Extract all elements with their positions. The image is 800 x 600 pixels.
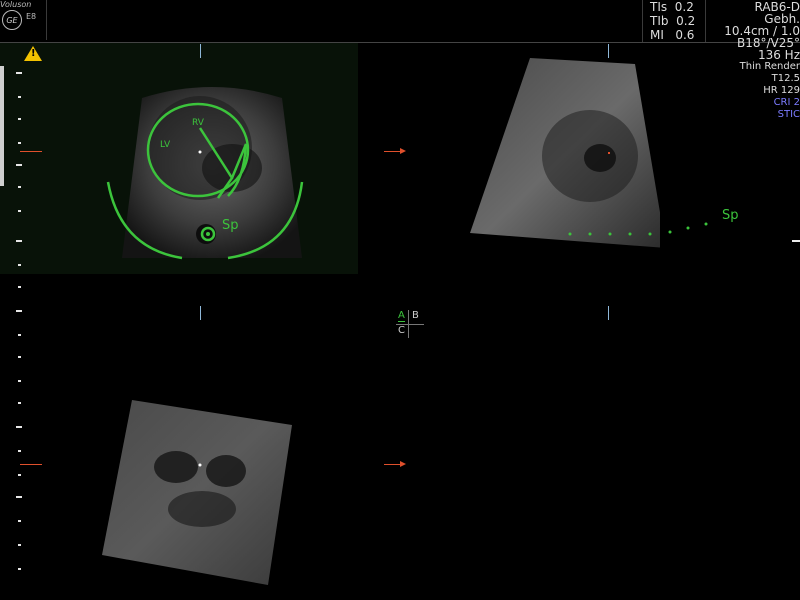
lv-label: LV	[160, 140, 171, 150]
down-arrow-icon	[200, 306, 201, 320]
down-arrow-icon	[608, 306, 609, 320]
stic-mode: STIC	[777, 109, 800, 120]
tib-label: TIb	[650, 14, 669, 28]
tis-label: TIs	[650, 0, 668, 14]
marker-line	[384, 151, 400, 152]
top-marker	[200, 44, 201, 58]
top-marker	[608, 44, 609, 58]
header-divider	[46, 0, 47, 40]
depth-ruler	[0, 66, 22, 570]
quadrant-a[interactable]: A	[398, 310, 405, 322]
tib-value: 0.2	[676, 14, 696, 28]
scan-info: RAB6-D Gebh. 10.4cm / 1.0 B18°/V25° 136 …	[700, 1, 800, 121]
tis-readout: TIs 0.2 TIb 0.2 MI 0.6	[650, 0, 695, 42]
mi-label: MI	[650, 28, 664, 42]
heart-rate: HR 129	[763, 85, 800, 96]
render-mode: Thin Render	[739, 61, 800, 72]
right-arrow-icon	[400, 148, 406, 154]
right-ruler-tick	[792, 240, 800, 242]
ge-logo-icon: GE	[2, 10, 22, 30]
panel-a-image	[106, 87, 304, 260]
probe-short-label: E8	[26, 12, 37, 21]
spine-label-a: Sp	[222, 218, 239, 233]
marker-line	[384, 464, 400, 465]
quadrant-b[interactable]: B	[412, 310, 419, 321]
marker-line	[20, 151, 42, 152]
right-arrow-icon	[400, 461, 406, 467]
rv-label: RV	[192, 118, 204, 128]
thickness-readout: T12.5	[771, 73, 800, 84]
brand-text: Voluson	[0, 0, 32, 9]
header-bottom-line	[0, 42, 800, 43]
mi-value: 0.6	[675, 28, 695, 42]
marker-line	[20, 464, 42, 465]
quadrant-selector[interactable]: A B C	[396, 310, 426, 340]
header-divider	[642, 0, 643, 42]
header-bar: Voluson GE E8 TIs 0.2 TIb 0.2 MI 0.6	[0, 0, 800, 43]
spine-trace-b	[568, 222, 708, 236]
quadrant-divider	[396, 324, 424, 325]
tis-value: 0.2	[674, 0, 694, 14]
cri-readout: CRI 2	[773, 97, 800, 108]
panel-c-image	[102, 400, 292, 585]
spine-label-b: Sp	[722, 208, 739, 223]
quadrant-c[interactable]: C	[398, 325, 405, 336]
frame-rate: 136 Hz	[757, 48, 800, 62]
